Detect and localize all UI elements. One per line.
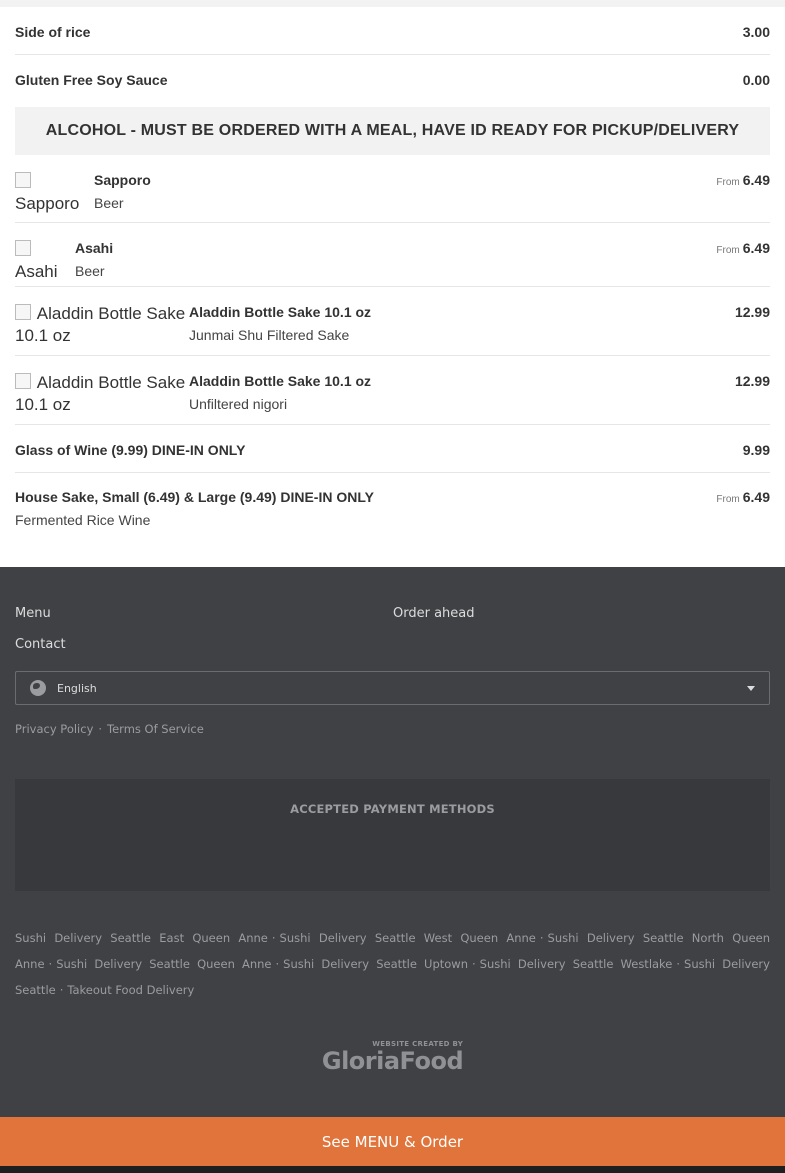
site-footer: Menu Order ahead Contact English Privacy…	[0, 567, 785, 1173]
separator: ·	[98, 722, 103, 736]
language-select[interactable]: English	[15, 671, 770, 705]
menu-item-side-of-rice[interactable]: Side of rice 3.00	[15, 7, 770, 55]
menu-item-sapporo[interactable]: Sapporo Sapporo Beer From 6.49	[15, 155, 770, 223]
see-menu-order-button[interactable]: See MENU & Order	[0, 1117, 785, 1166]
item-name: Asahi	[75, 240, 114, 256]
item-image-broken: Asahi	[15, 238, 75, 283]
item-name: Aladdin Bottle Sake 10.1 oz	[189, 373, 372, 389]
item-name: Aladdin Bottle Sake 10.1 oz	[189, 304, 372, 320]
category-header-alcohol: ALCOHOL - MUST BE ORDERED WITH A MEAL, H…	[15, 107, 770, 155]
menu-item-aladdin-sake-nigori[interactable]: Aladdin Bottle Sake 10.1 oz Aladdin Bottl…	[15, 356, 770, 425]
payment-methods-panel: ACCEPTED PAYMENT METHODS	[15, 779, 770, 891]
delivery-link[interactable]: Takeout Food Delivery	[67, 983, 194, 997]
language-value: English	[57, 681, 97, 695]
item-price: From 6.49	[716, 489, 770, 505]
menu-item-aladdin-sake-filtered[interactable]: Aladdin Bottle Sake 10.1 oz Aladdin Bottl…	[15, 287, 770, 356]
item-image-broken: Aladdin Bottle Sake 10.1 oz	[15, 371, 189, 416]
caret-down-icon	[747, 686, 755, 691]
privacy-policy-link[interactable]: Privacy Policy	[15, 722, 93, 736]
payment-methods-title: ACCEPTED PAYMENT METHODS	[290, 802, 495, 816]
item-name: Gluten Free Soy Sauce	[15, 72, 168, 88]
gloriafood-logo[interactable]: WEBSITE CREATED BY GloriaFood	[15, 1040, 770, 1074]
item-price: 0.00	[742, 72, 770, 88]
delivery-link[interactable]: Sushi Delivery Seattle East Queen Anne	[15, 931, 268, 945]
delivery-link[interactable]: Sushi Delivery Seattle West Queen Anne	[280, 931, 536, 945]
item-name: Glass of Wine (9.99) DINE-IN ONLY	[15, 442, 246, 458]
item-image-broken: Aladdin Bottle Sake 10.1 oz	[15, 302, 189, 347]
menu-item-asahi[interactable]: Asahi Asahi Beer From 6.49	[15, 223, 770, 287]
delivery-link[interactable]: Sushi Delivery Seattle Westlake	[480, 957, 673, 971]
item-price: 3.00	[742, 24, 770, 40]
delivery-links: Sushi Delivery Seattle East Queen Anne · S…	[15, 931, 771, 997]
terms-of-service-link[interactable]: Terms Of Service	[107, 722, 204, 736]
item-price: 12.99	[734, 373, 770, 389]
bottom-strip	[0, 1166, 785, 1173]
menu-list: Side of rice 3.00 Gluten Free Soy Sauce …	[0, 7, 785, 564]
legal-links: Privacy Policy · Terms Of Service	[15, 722, 770, 736]
footer-link-order-ahead[interactable]: Order ahead	[393, 606, 770, 621]
item-name: House Sake, Small (6.49) & Large (9.49) …	[15, 489, 374, 505]
item-name: Side of rice	[15, 24, 91, 40]
delivery-link[interactable]: Sushi Delivery Seattle Uptown	[283, 957, 468, 971]
globe-icon	[30, 680, 46, 696]
item-price: 12.99	[734, 304, 770, 320]
gloriafood-wordmark: GloriaFood	[321, 1047, 464, 1075]
item-price: From 6.49	[716, 172, 770, 188]
menu-item-glass-of-wine[interactable]: Glass of Wine (9.99) DINE-IN ONLY 9.99	[15, 425, 770, 473]
menu-item-gluten-free-soy-sauce[interactable]: Gluten Free Soy Sauce 0.00	[15, 55, 770, 103]
footer-link-menu[interactable]: Menu	[15, 606, 393, 621]
item-description: Unfiltered nigori	[189, 396, 288, 412]
item-description: Fermented Rice Wine	[15, 512, 151, 528]
delivery-link[interactable]: Sushi Delivery Seattle Queen Anne	[56, 957, 271, 971]
category-title: ALCOHOL - MUST BE ORDERED WITH A MEAL, H…	[45, 122, 740, 139]
previous-category-strip	[0, 0, 785, 7]
order-button-label: See MENU & Order	[321, 1132, 464, 1151]
item-description: Junmai Shu Filtered Sake	[189, 327, 350, 343]
item-price: 9.99	[742, 442, 770, 458]
item-price: From 6.49	[716, 240, 770, 256]
menu-item-house-sake[interactable]: House Sake, Small (6.49) & Large (9.49) …	[15, 473, 770, 564]
item-description: Beer	[75, 263, 105, 279]
footer-link-contact[interactable]: Contact	[15, 637, 393, 652]
item-description: Beer	[94, 195, 124, 211]
footer-links: Menu Order ahead Contact	[15, 567, 770, 652]
item-image-broken: Sapporo	[15, 170, 94, 215]
item-name: Sapporo	[94, 172, 151, 188]
